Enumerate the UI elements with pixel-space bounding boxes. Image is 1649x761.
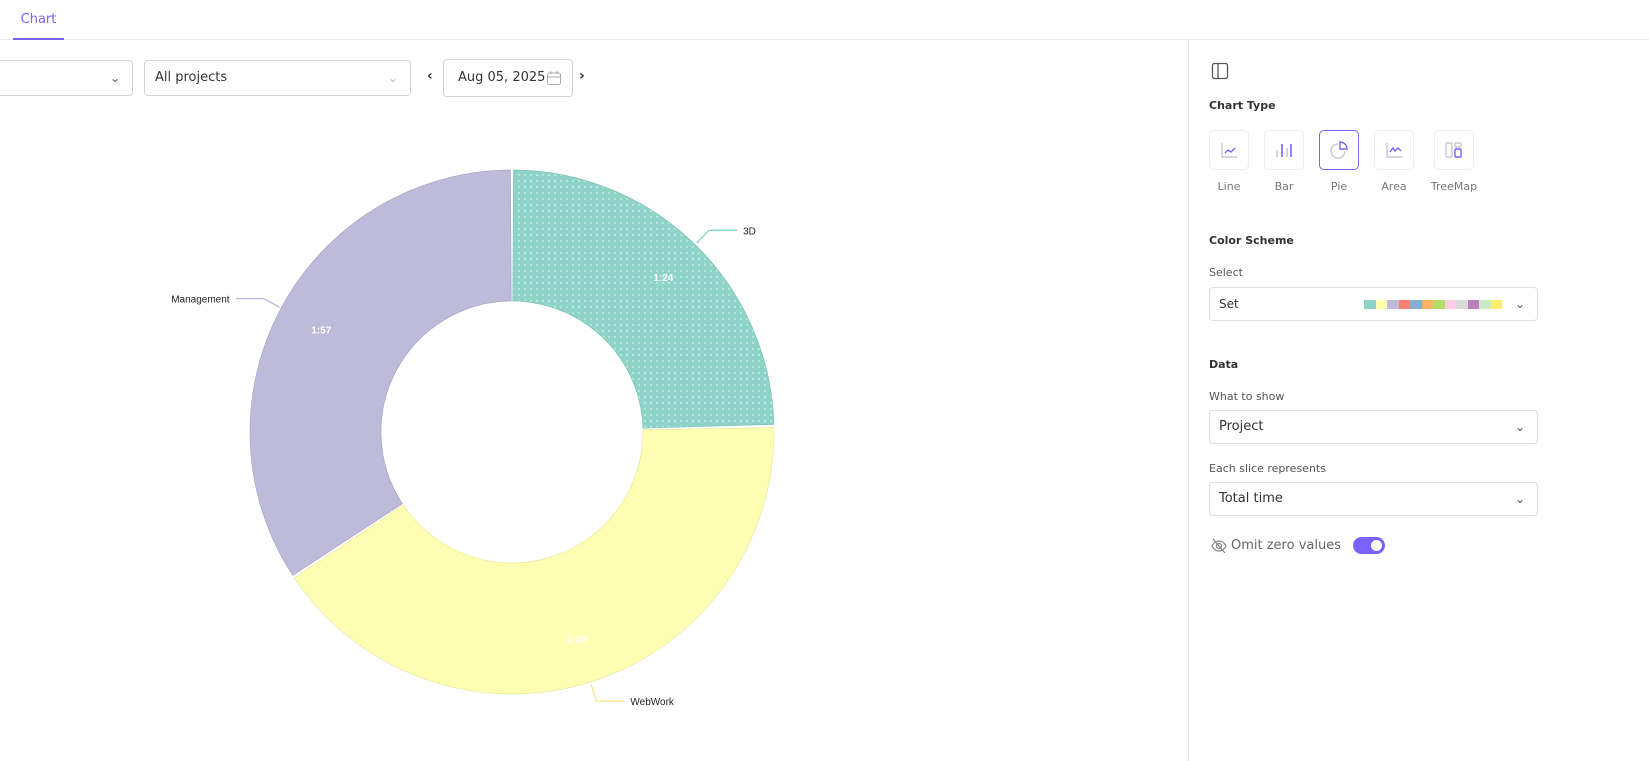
color-swatch <box>1387 300 1399 309</box>
omit-zero-toggle[interactable] <box>1353 537 1385 554</box>
color-scheme-heading: Color Scheme <box>1209 234 1294 247</box>
slice-represents-label: Each slice represents <box>1209 462 1326 475</box>
slice-value-label: 2:20 <box>567 635 587 646</box>
pie-slice-management[interactable] <box>249 169 512 576</box>
what-to-show-value: Project <box>1219 419 1264 434</box>
area-chart-icon <box>1386 143 1402 158</box>
color-swatch <box>1364 300 1376 309</box>
prev-date-button[interactable]: ‹ <box>427 68 433 84</box>
chart-type-pie-label: Pie <box>1330 180 1348 193</box>
slice-category-label: Management <box>171 295 230 306</box>
color-scheme-select[interactable]: Set ⌄ <box>1209 287 1538 321</box>
chevron-down-icon: ⌄ <box>1514 297 1525 311</box>
omit-zero-label: Omit zero values <box>1231 538 1341 553</box>
chevron-down-icon: ⌄ <box>1514 492 1525 506</box>
leader-line <box>235 297 280 308</box>
pie-slice-3d[interactable] <box>512 169 775 429</box>
leader-line <box>696 229 738 244</box>
group-select[interactable]: ⌄ <box>0 60 133 96</box>
chart-type-area-button[interactable] <box>1374 130 1414 170</box>
chart-type-line-button[interactable] <box>1209 130 1249 170</box>
slice-represents-value: Total time <box>1219 491 1283 506</box>
date-value: Aug 05, 2025 <box>458 70 546 85</box>
color-swatch <box>1410 300 1422 309</box>
select-label: Select <box>1209 266 1243 279</box>
chart-type-bar-label: Bar <box>1274 180 1294 193</box>
tab-chart[interactable]: Chart <box>13 0 64 40</box>
color-swatch <box>1444 300 1456 309</box>
slice-category-label: 3D <box>743 226 756 237</box>
pie-chart-icon <box>1330 141 1348 159</box>
color-swatch <box>1398 300 1410 309</box>
chart-type-treemap-label: TreeMap <box>1430 180 1478 193</box>
line-chart-icon <box>1221 143 1237 158</box>
chart-type-treemap-button[interactable] <box>1434 130 1474 170</box>
color-swatch <box>1421 300 1433 309</box>
next-date-button[interactable]: › <box>579 68 585 84</box>
slice-value-label: 1:24 <box>653 273 673 284</box>
bar-chart-icon <box>1276 144 1292 157</box>
color-swatches <box>1364 300 1502 309</box>
chevron-down-icon: ⌄ <box>109 71 120 85</box>
treemap-icon <box>1445 142 1462 158</box>
color-swatch <box>1375 300 1387 309</box>
chart-type-heading: Chart Type <box>1209 99 1276 112</box>
color-scheme-value: Set <box>1219 297 1239 311</box>
slice-category-label: WebWork <box>630 697 675 708</box>
tab-bar: Chart <box>0 0 1649 40</box>
color-swatch <box>1467 300 1479 309</box>
color-swatch <box>1433 300 1445 309</box>
color-swatch <box>1479 300 1491 309</box>
chevron-down-icon: ⌄ <box>387 71 398 85</box>
calendar-icon <box>547 71 561 85</box>
color-swatch <box>1490 300 1502 309</box>
data-heading: Data <box>1209 358 1239 371</box>
what-to-show-select[interactable]: Project ⌄ <box>1209 410 1538 444</box>
projects-select-value: All projects <box>155 70 228 85</box>
color-swatch <box>1456 300 1468 309</box>
settings-panel: Chart Type Line Bar Pie Area TreeMap Col… <box>1188 40 1649 761</box>
slice-represents-select[interactable]: Total time ⌄ <box>1209 482 1538 516</box>
chart-type-line-label: Line <box>1217 180 1241 193</box>
what-to-show-label: What to show <box>1209 390 1285 403</box>
eye-off-icon <box>1211 538 1227 554</box>
chart-type-pie-button[interactable] <box>1319 130 1359 170</box>
leader-line <box>590 683 625 702</box>
sidebar-toggle-icon[interactable] <box>1211 62 1229 80</box>
slice-value-label: 1:57 <box>311 326 331 337</box>
pie-chart: 1:24 3D 2:20 WebWork 1:57 Management <box>171 169 775 708</box>
date-picker[interactable]: Aug 05, 2025 <box>443 59 573 97</box>
chevron-down-icon: ⌄ <box>1514 420 1525 434</box>
projects-select[interactable]: All projects ⌄ <box>144 60 411 96</box>
chart-type-area-label: Area <box>1381 180 1407 193</box>
chart-type-bar-button[interactable] <box>1264 130 1304 170</box>
